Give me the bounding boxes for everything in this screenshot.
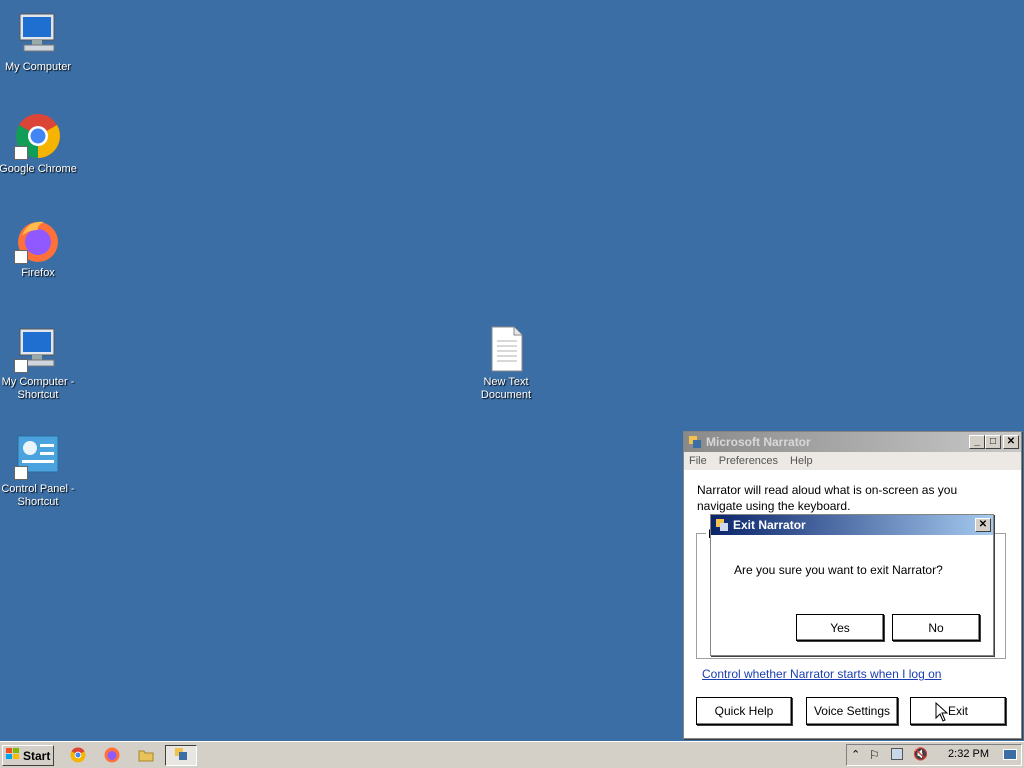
desktop-icon-label: My Computer - Shortcut (1, 376, 75, 401)
narrator-app-icon (688, 435, 702, 449)
taskbar-narrator-button[interactable] (165, 745, 197, 766)
volume-muted-icon[interactable]: 🔇 (913, 747, 928, 761)
shortcut-arrow-icon (14, 466, 28, 480)
desktop-icon-control-panel-shortcut[interactable]: Control Panel - Shortcut (0, 432, 78, 509)
narrator-logon-link[interactable]: Control whether Narrator starts when I l… (702, 667, 941, 681)
menu-help[interactable]: Help (790, 455, 813, 467)
network-icon[interactable] (891, 748, 903, 760)
start-button[interactable]: Start (2, 745, 54, 766)
firefox-icon (14, 216, 62, 264)
quick-launch-firefox-icon[interactable] (104, 747, 120, 766)
voice-settings-button[interactable]: Voice Settings (806, 697, 898, 725)
close-button[interactable]: ✕ (1003, 435, 1019, 449)
show-hidden-icons-icon[interactable]: ⌃ (851, 748, 860, 761)
shortcut-arrow-icon (14, 146, 28, 160)
control-panel-icon (14, 432, 62, 480)
desktop-icon-label: Google Chrome (0, 163, 77, 175)
desktop-icon-firefox[interactable]: Firefox (0, 216, 78, 280)
narrator-titlebar[interactable]: Microsoft Narrator _ □ ✕ (684, 432, 1021, 452)
start-label: Start (23, 748, 51, 763)
text-document-icon (482, 325, 530, 373)
dialog-message: Are you sure you want to exit Narrator? (734, 563, 943, 577)
quick-help-button[interactable]: Quick Help (696, 697, 792, 725)
dialog-close-button[interactable]: ✕ (975, 518, 991, 532)
shortcut-arrow-icon (14, 359, 28, 373)
mouse-cursor-icon (935, 701, 949, 722)
system-tray: ⌃ ⚐ 🔇 2:32 PM (846, 744, 1022, 766)
show-desktop-icon[interactable] (1003, 749, 1017, 760)
narrator-menubar: File Preferences Help (684, 452, 1021, 470)
narrator-app-icon (174, 747, 188, 764)
maximize-button[interactable]: □ (985, 435, 1001, 449)
quick-launch-chrome-icon[interactable] (70, 747, 86, 766)
yes-button[interactable]: Yes (796, 614, 884, 641)
desktop-icon-my-computer[interactable]: My Computer (0, 10, 78, 74)
narrator-app-icon (715, 518, 729, 532)
menu-preferences[interactable]: Preferences (719, 455, 778, 467)
no-button[interactable]: No (892, 614, 980, 641)
quick-launch-explorer-icon[interactable] (138, 747, 154, 766)
chrome-icon (14, 112, 62, 160)
windows-logo-icon (6, 748, 20, 763)
my-computer-icon (14, 325, 62, 373)
exit-button[interactable]: Exit (910, 697, 1006, 725)
desktop-icon-label: Firefox (21, 267, 55, 279)
desktop-icon-google-chrome[interactable]: Google Chrome (0, 112, 78, 176)
narrator-description: Narrator will read aloud what is on-scre… (697, 483, 958, 513)
desktop-icon-label: Control Panel - Shortcut (1, 483, 75, 508)
dialog-title: Exit Narrator (733, 518, 806, 532)
desktop-icon-my-computer-shortcut[interactable]: My Computer - Shortcut (0, 325, 78, 402)
taskbar: Start ⌃ ⚐ 🔇 2:32 PM (0, 741, 1024, 768)
exit-narrator-dialog: Exit Narrator ✕ Are you sure you want to… (710, 514, 994, 656)
clock[interactable]: 2:32 PM (948, 748, 989, 760)
action-center-flag-icon[interactable]: ⚐ (869, 748, 880, 762)
dialog-titlebar[interactable]: Exit Narrator ✕ (711, 515, 993, 535)
window-title: Microsoft Narrator (706, 435, 811, 449)
minimize-button[interactable]: _ (969, 435, 985, 449)
menu-file[interactable]: File (689, 455, 707, 467)
desktop-icon-label: New Text Document (480, 376, 532, 401)
shortcut-arrow-icon (14, 250, 28, 264)
my-computer-icon (14, 10, 62, 58)
desktop-icon-label: My Computer (4, 61, 72, 73)
desktop-icon-new-text-document[interactable]: New Text Document (466, 325, 546, 402)
